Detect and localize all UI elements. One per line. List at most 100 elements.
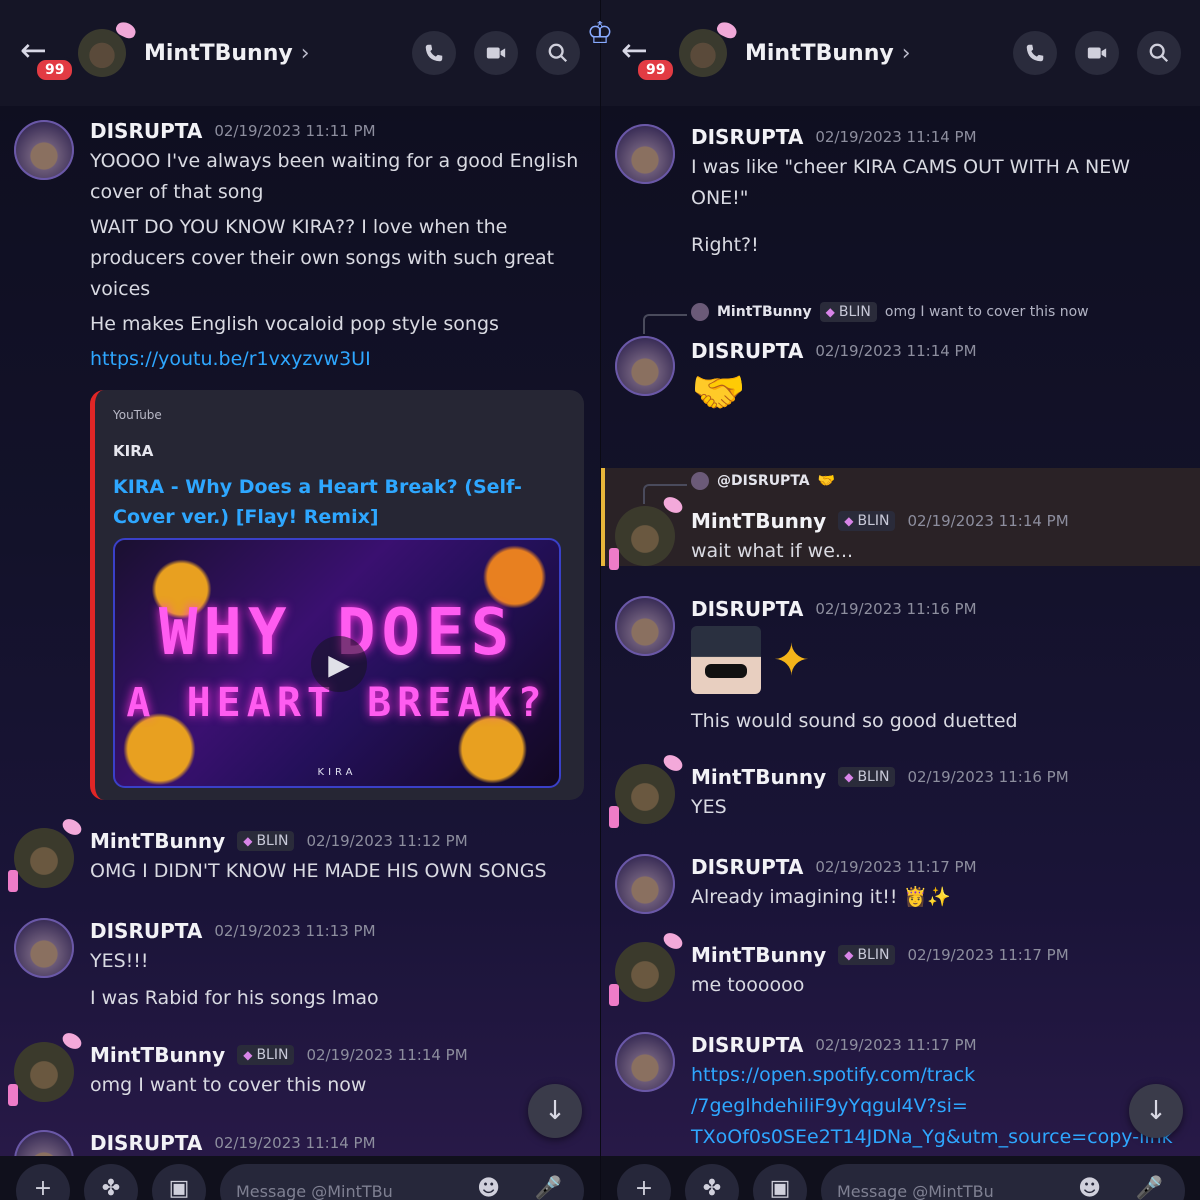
- add-attachment-button[interactable]: +: [617, 1164, 671, 1200]
- microphone-icon[interactable]: 🎤: [1136, 1176, 1163, 1200]
- thumbnail-text: KIRA: [317, 767, 357, 778]
- avatar[interactable]: [615, 854, 675, 914]
- message-timestamp: 02/19/2023 11:16 PM: [815, 600, 977, 618]
- emoji-icon[interactable]: ☻: [477, 1176, 500, 1200]
- play-icon[interactable]: ▶: [311, 636, 367, 692]
- message-link[interactable]: https://youtu.be/r1vxyzvw3UI: [90, 344, 582, 375]
- avatar[interactable]: [615, 124, 675, 184]
- apps-button[interactable]: ✤: [84, 1164, 138, 1200]
- scroll-to-bottom-button[interactable]: ↓: [528, 1084, 582, 1138]
- avatar[interactable]: [78, 29, 126, 77]
- avatar[interactable]: [615, 596, 675, 656]
- message-text: me toooooo: [691, 974, 805, 996]
- link-embed[interactable]: YouTube KIRA KIRA - Why Does a Heart Bre…: [90, 390, 584, 800]
- message-author[interactable]: MintTBunny: [90, 829, 225, 853]
- back-button[interactable]: ← 99: [20, 33, 76, 83]
- call-button[interactable]: [1013, 31, 1057, 75]
- message-list: DISRUPTA 02/19/2023 11:14 PM I was like …: [601, 106, 1200, 1158]
- unread-badge: 99: [34, 57, 76, 83]
- message-author[interactable]: MintTBunny: [691, 509, 826, 533]
- message-author[interactable]: DISRUPTA: [691, 1033, 803, 1057]
- avatar-sticker-emoji: [691, 626, 761, 694]
- server-tag[interactable]: ◆ BLIN: [237, 1045, 295, 1065]
- message-timestamp: 02/19/2023 11:11 PM: [214, 122, 376, 140]
- back-button[interactable]: ← 99: [621, 33, 677, 83]
- embed-provider: YouTube: [113, 408, 162, 422]
- server-tag[interactable]: ◆ BLIN: [838, 767, 896, 787]
- message-author[interactable]: DISRUPTA: [691, 125, 803, 149]
- message-text: YES!!!: [90, 950, 149, 972]
- avatar[interactable]: [14, 120, 74, 180]
- video-button[interactable]: [1075, 31, 1119, 75]
- message-author[interactable]: DISRUPTA: [691, 339, 803, 363]
- search-button[interactable]: [1137, 31, 1181, 75]
- message-author[interactable]: MintTBunny: [691, 765, 826, 789]
- message-author[interactable]: DISRUPTA: [691, 855, 803, 879]
- search-button[interactable]: [536, 31, 580, 75]
- video-button[interactable]: [474, 31, 518, 75]
- call-button[interactable]: [412, 31, 456, 75]
- reply-emoji: 🤝: [817, 473, 836, 489]
- message-author[interactable]: MintTBunny: [691, 943, 826, 967]
- page-title[interactable]: MintTBunny: [745, 41, 894, 66]
- message-author[interactable]: DISRUPTA: [691, 597, 803, 621]
- search-icon: [1149, 43, 1169, 63]
- gift-button[interactable]: ▣: [152, 1164, 206, 1200]
- avatar[interactable]: [609, 942, 675, 1006]
- embed-title[interactable]: KIRA - Why Does a Heart Break? (Self-Cov…: [113, 472, 566, 532]
- reply-author: @DISRUPTA: [717, 473, 810, 489]
- page-title[interactable]: MintTBunny: [144, 41, 293, 66]
- avatar[interactable]: [8, 1042, 74, 1106]
- message-placeholder: Message @MintTBu: [837, 1182, 994, 1200]
- message-link[interactable]: TXoOf0s0SEe2T14JDNa_Yg&utm_source=copy-l…: [691, 1122, 1183, 1153]
- avatar[interactable]: [609, 764, 675, 828]
- message-text: Already imagining it!! 👸✨: [691, 886, 951, 908]
- message-author[interactable]: DISRUPTA: [90, 1131, 202, 1155]
- gift-icon: ▣: [168, 1176, 190, 1200]
- reply-preview[interactable]: @DISRUPTA 🤝: [691, 472, 835, 490]
- message-text: wait what if we...: [691, 540, 854, 562]
- add-attachment-button[interactable]: +: [16, 1164, 70, 1200]
- microphone-icon[interactable]: 🎤: [535, 1176, 562, 1200]
- avatar[interactable]: [8, 828, 74, 892]
- apps-button[interactable]: ✤: [685, 1164, 739, 1200]
- message-author[interactable]: DISRUPTA: [90, 119, 202, 143]
- embed-author[interactable]: KIRA: [113, 442, 566, 460]
- message-link[interactable]: https://open.spotify.com/track: [691, 1060, 1183, 1091]
- emoji-icon[interactable]: ☻: [1078, 1176, 1101, 1200]
- call-icon: [1026, 44, 1044, 62]
- chevron-right-icon[interactable]: ›: [301, 41, 310, 66]
- server-tag[interactable]: ◆ BLIN: [838, 511, 896, 531]
- message-input[interactable]: Message @MintTBu ☻ 🎤: [821, 1164, 1185, 1200]
- scroll-to-bottom-button[interactable]: ↓: [1129, 1084, 1183, 1138]
- message-timestamp: 02/19/2023 11:14 PM: [907, 512, 1069, 530]
- message-text: I was Rabid for his songs lmao: [90, 987, 379, 1009]
- avatar[interactable]: [615, 336, 675, 396]
- gem-icon: ◆: [825, 305, 835, 319]
- message-author[interactable]: DISRUPTA: [90, 919, 202, 943]
- handshake-emoji: 🤝: [691, 367, 746, 418]
- message-timestamp: 02/19/2023 11:14 PM: [214, 1134, 376, 1152]
- message-list: DISRUPTA 02/19/2023 11:11 PM YOOOO I've …: [0, 106, 600, 1158]
- chevron-right-icon[interactable]: ›: [902, 41, 911, 66]
- message-link[interactable]: /7geglhdehiliF9yYqgul4V?si=: [691, 1091, 1183, 1122]
- reply-preview[interactable]: MintTBunny ◆ BLIN omg I want to cover thi…: [691, 302, 1089, 322]
- message-text: Right?!: [691, 234, 759, 256]
- server-tag[interactable]: ◆ BLIN: [838, 945, 896, 965]
- avatar[interactable]: [14, 1130, 74, 1158]
- message-input[interactable]: Message @MintTBu ☻ 🎤: [220, 1164, 584, 1200]
- server-tag[interactable]: ◆ BLIN: [237, 831, 295, 851]
- video-thumbnail[interactable]: WHY DOES A HEART BREAK? KIRA ▶: [113, 538, 561, 788]
- avatar[interactable]: [679, 29, 727, 77]
- message-timestamp: 02/19/2023 11:16 PM: [907, 768, 1069, 786]
- plus-icon: +: [634, 1176, 654, 1200]
- message-text: WAIT DO YOU KNOW KIRA?? I love when the …: [90, 216, 555, 300]
- avatar[interactable]: [14, 918, 74, 978]
- message-text: He makes English vocaloid pop style song…: [90, 313, 499, 335]
- gift-button[interactable]: ▣: [753, 1164, 807, 1200]
- message-text: omg I want to cover this now: [90, 1074, 367, 1096]
- avatar[interactable]: [609, 506, 675, 570]
- search-icon: [548, 43, 568, 63]
- avatar[interactable]: [615, 1032, 675, 1092]
- message-author[interactable]: MintTBunny: [90, 1043, 225, 1067]
